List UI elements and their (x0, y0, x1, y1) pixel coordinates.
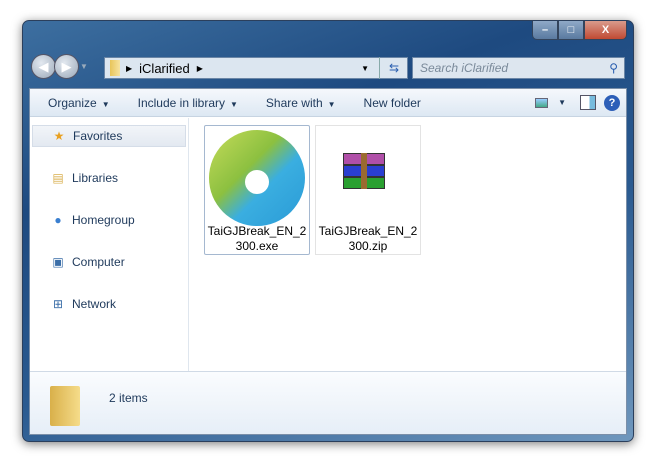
winrar-archive-icon (343, 153, 385, 189)
navigation-pane: ★ Favorites ▤ Libraries ● Homegroup ▣ Comput… (30, 118, 189, 372)
file-item-exe[interactable]: TaiGJBreak_EN_2 300.exe (204, 125, 310, 255)
sidebar-item-network[interactable]: ⊞ Network (30, 293, 188, 315)
address-bar[interactable]: ▶ iClarified ▶ ▼ (104, 57, 408, 79)
sidebar-item-computer[interactable]: ▣ Computer (30, 251, 188, 273)
search-icon[interactable]: ⚲ (609, 61, 618, 75)
file-item-zip[interactable]: TaiGJBreak_EN_2 300.zip (315, 125, 421, 255)
address-dropdown-icon[interactable]: ▼ (361, 64, 369, 73)
include-in-library-button[interactable]: Include in library ▼ (128, 96, 248, 110)
network-icon: ⊞ (52, 297, 64, 311)
file-name: TaiGJBreak_EN_2 (318, 224, 418, 238)
recent-pages-dropdown[interactable]: ▼ (80, 62, 88, 71)
folder-icon (50, 386, 80, 426)
sidebar-item-homegroup[interactable]: ● Homegroup (30, 209, 188, 231)
preview-pane-icon[interactable] (580, 95, 596, 110)
refresh-button[interactable]: ⇆ (379, 57, 408, 79)
forward-button[interactable]: ▶ (54, 54, 79, 79)
folder-icon (110, 60, 120, 76)
share-with-button[interactable]: Share with ▼ (256, 96, 346, 110)
breadcrumb-iclarified[interactable]: iClarified (139, 61, 190, 76)
sidebar-item-favorites[interactable]: ★ Favorites (32, 125, 186, 147)
taig-app-icon (209, 130, 305, 226)
help-icon[interactable]: ? (604, 94, 620, 111)
command-bar: Organize ▼ Include in library ▼ Share with… (30, 89, 626, 117)
explorer-window: – □ X ◀ ▶ ▼ ▶ iClarified ▶ ▼ ⇆ Search iC… (22, 20, 634, 442)
view-dropdown-icon[interactable]: ▼ (558, 98, 566, 107)
breadcrumb-arrow-icon[interactable]: ▶ (197, 64, 203, 73)
maximize-button[interactable]: □ (558, 21, 584, 40)
change-view-icon[interactable] (535, 97, 548, 108)
file-name-ext: 300.exe (235, 239, 279, 253)
organize-button[interactable]: Organize ▼ (38, 96, 120, 110)
file-name: TaiGJBreak_EN_2 (207, 224, 307, 238)
homegroup-icon: ● (54, 213, 62, 227)
libraries-icon: ▤ (52, 171, 64, 185)
back-button[interactable]: ◀ (31, 54, 56, 79)
sidebar-item-libraries[interactable]: ▤ Libraries (30, 167, 188, 189)
search-input[interactable]: Search iClarified ⚲ (412, 57, 625, 79)
file-name-ext: 300.zip (348, 239, 388, 253)
breadcrumb-arrow-icon: ▶ (126, 63, 133, 73)
close-button[interactable]: X (584, 21, 627, 40)
star-icon: ★ (53, 129, 65, 143)
explorer-body: Organize ▼ Include in library ▼ Share with… (29, 88, 627, 435)
computer-icon: ▣ (52, 255, 64, 269)
new-folder-button[interactable]: New folder (354, 96, 431, 110)
item-count: 2 items (109, 391, 148, 405)
minimize-button[interactable]: – (532, 21, 558, 40)
file-list: TaiGJBreak_EN_2 300.exe TaiGJBreak_EN_2 30… (190, 118, 626, 372)
search-placeholder: Search iClarified (420, 61, 509, 75)
details-pane: 2 items (30, 371, 626, 434)
